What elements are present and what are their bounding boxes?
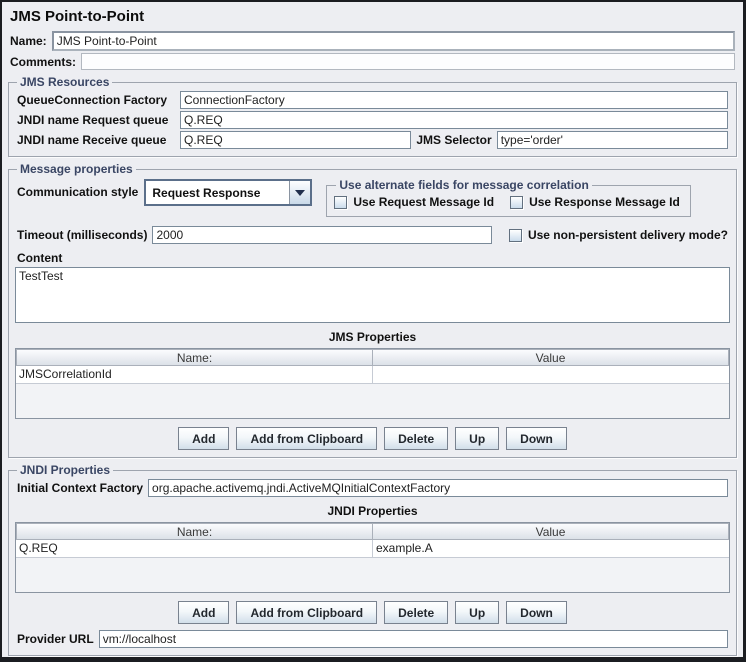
timeout-label: Timeout (milliseconds) [17, 228, 147, 242]
jms-properties-table: Name: Value JMSCorrelationId [15, 348, 730, 419]
jms-properties-table-title: JMS Properties [15, 330, 730, 344]
jndi-properties-group-title: JNDI Properties [17, 463, 113, 477]
message-properties-group: Message properties Communication style R… [8, 162, 737, 458]
correlation-group: Use alternate fields for message correla… [326, 178, 690, 217]
receive-queue-row: JNDI name Receive queue JMS Selector [17, 131, 728, 149]
queue-connection-factory-input[interactable] [180, 91, 728, 109]
jms-table-header-name: Name: [16, 349, 373, 366]
message-properties-group-title: Message properties [17, 162, 136, 176]
name-row: Name: [10, 31, 735, 51]
non-persistent-checkbox[interactable] [509, 229, 522, 242]
chevron-down-icon [295, 190, 305, 196]
jndi-properties-table: Name: Value Q.REQ example.A [15, 522, 730, 593]
jndi-table-header-name: Name: [16, 523, 373, 540]
initial-context-factory-input[interactable] [148, 479, 728, 497]
use-request-message-id-checkbox[interactable] [334, 196, 347, 209]
up-button[interactable]: Up [455, 601, 499, 624]
add-from-clipboard-button[interactable]: Add from Clipboard [236, 427, 377, 450]
request-queue-row: JNDI name Request queue [17, 111, 728, 129]
delete-button[interactable]: Delete [384, 601, 448, 624]
provider-url-input[interactable] [99, 630, 728, 648]
correlation-checkbox-row: Use Request Message Id Use Response Mess… [334, 195, 679, 209]
initial-context-factory-label: Initial Context Factory [17, 481, 143, 495]
jndi-table-header: Name: Value [16, 523, 729, 540]
jndi-properties-table-title: JNDI Properties [15, 504, 730, 518]
non-persistent-label: Use non-persistent delivery mode? [528, 228, 728, 242]
jndi-properties-group: JNDI Properties Initial Context Factory … [8, 463, 737, 656]
request-queue-label: JNDI name Request queue [17, 113, 175, 127]
provider-url-label: Provider URL [17, 632, 94, 646]
provider-url-row: Provider URL [17, 630, 728, 648]
queue-connection-factory-row: QueueConnection Factory [17, 91, 728, 109]
use-response-message-id-item: Use Response Message Id [510, 195, 680, 209]
jms-table-header-value: Value [373, 349, 729, 366]
use-request-message-id-item: Use Request Message Id [334, 195, 494, 209]
name-label: Name: [10, 34, 47, 48]
receive-queue-input[interactable] [180, 131, 411, 149]
jndi-table-buttons: Add Add from Clipboard Delete Up Down [15, 601, 730, 624]
communication-style-value: Request Response [146, 181, 289, 204]
jndi-table-empty-area [16, 558, 729, 592]
communication-style-select[interactable]: Request Response [144, 179, 312, 206]
jms-table-cell-name[interactable]: JMSCorrelationId [16, 366, 373, 383]
initial-context-factory-row: Initial Context Factory [17, 479, 728, 497]
timeout-input[interactable] [152, 226, 491, 244]
communication-style-label: Communication style [17, 178, 138, 206]
jms-table-cell-value[interactable] [373, 366, 729, 383]
correlation-group-title: Use alternate fields for message correla… [336, 178, 591, 192]
jms-table-header: Name: Value [16, 349, 729, 366]
comments-input[interactable] [81, 53, 735, 70]
content-textarea[interactable]: TestTest [15, 267, 730, 323]
non-persistent-item: Use non-persistent delivery mode? [509, 228, 728, 242]
delete-button[interactable]: Delete [384, 427, 448, 450]
jms-table-row[interactable]: JMSCorrelationId [16, 366, 729, 384]
jms-resources-group-title: JMS Resources [17, 75, 112, 89]
use-request-message-id-label: Use Request Message Id [353, 195, 494, 209]
jms-selector-input[interactable] [497, 131, 728, 149]
jms-resources-group: JMS Resources QueueConnection Factory JN… [8, 75, 737, 157]
jms-table-empty-area [16, 384, 729, 418]
content-label: Content [17, 251, 730, 265]
jms-table-buttons: Add Add from Clipboard Delete Up Down [15, 427, 730, 450]
jms-point-to-point-panel: JMS Point-to-Point Name: Comments: JMS R… [0, 0, 746, 662]
down-button[interactable]: Down [506, 601, 567, 624]
request-queue-input[interactable] [180, 111, 728, 129]
up-button[interactable]: Up [455, 427, 499, 450]
queue-connection-factory-label: QueueConnection Factory [17, 93, 175, 107]
use-response-message-id-label: Use Response Message Id [529, 195, 680, 209]
down-button[interactable]: Down [506, 427, 567, 450]
comments-label: Comments: [10, 55, 76, 69]
jndi-table-cell-value[interactable]: example.A [373, 540, 729, 557]
jndi-table-header-value: Value [373, 523, 729, 540]
add-button[interactable]: Add [178, 601, 229, 624]
jndi-table-row[interactable]: Q.REQ example.A [16, 540, 729, 558]
jms-selector-label: JMS Selector [416, 133, 491, 147]
page-title: JMS Point-to-Point [10, 8, 737, 25]
comments-row: Comments: [10, 53, 735, 70]
dropdown-arrow-button[interactable] [289, 181, 310, 204]
jndi-table-cell-name[interactable]: Q.REQ [16, 540, 373, 557]
receive-queue-label: JNDI name Receive queue [17, 133, 175, 147]
add-from-clipboard-button[interactable]: Add from Clipboard [236, 601, 377, 624]
name-input[interactable] [52, 31, 735, 51]
use-response-message-id-checkbox[interactable] [510, 196, 523, 209]
communication-style-row: Communication style Request Response Use… [17, 178, 728, 217]
timeout-row: Timeout (milliseconds) Use non-persisten… [17, 226, 728, 244]
add-button[interactable]: Add [178, 427, 229, 450]
